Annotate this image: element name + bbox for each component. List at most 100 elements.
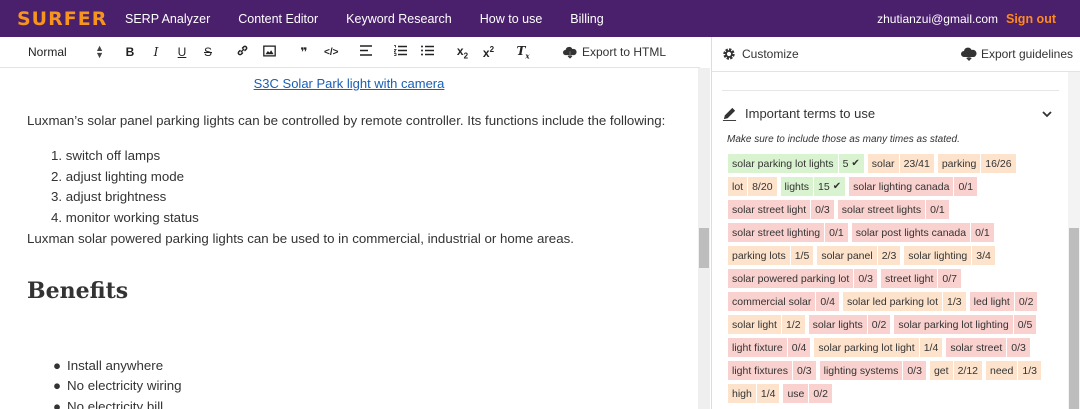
term-chip[interactable]: solar lighting canada 0/1 [849,177,978,196]
term-chip[interactable]: solar street lighting 0/1 [728,223,848,242]
term-label: solar post lights canada [851,223,971,242]
term-chip[interactable]: solar street light 0/3 [728,200,834,219]
strikethrough-button[interactable]: S [202,45,214,59]
term-label: solar led parking lot [842,292,943,311]
term-chip[interactable]: solar post lights canada 0/1 [851,223,994,242]
term-label: parking lots [728,246,790,265]
link-icon[interactable] [236,44,249,60]
term-count: 8/20 [748,177,777,196]
term-chip[interactable]: solar led parking lot 1/3 [842,292,966,311]
ordered-list-icon[interactable] [393,45,408,59]
term-label: solar lighting canada [849,177,954,196]
term-label: street light [880,269,938,288]
check-icon: ✔ [851,158,860,169]
article-link[interactable]: S3C Solar Park light with camera [0,76,698,91]
term-chip[interactable]: light fixture 0/4 [728,338,811,357]
term-chip[interactable]: lights 15 ✔ [780,177,846,196]
export-html-label: Export to HTML [581,45,666,59]
term-chip[interactable]: led light 0/2 [969,292,1038,311]
term-label: lot [728,177,748,196]
term-label: commercial solar [728,292,816,311]
term-chip[interactable]: solar lighting 3/4 [904,246,995,265]
term-chip[interactable]: solar 23/41 [867,154,934,173]
term-chip[interactable]: high 1/4 [728,384,780,403]
term-chip[interactable]: parking 16/26 [937,154,1016,173]
underline-button[interactable]: U [176,45,188,59]
terms-divider [722,90,1059,91]
customize-button[interactable]: Customize [722,47,799,61]
export-html-button[interactable]: Export to HTML [562,45,666,59]
term-count: 1/4 [919,338,943,357]
term-chip[interactable]: lighting systems 0/3 [819,361,926,380]
term-chip[interactable]: solar street 0/3 [946,338,1030,357]
term-chip[interactable]: use 0/2 [783,384,833,403]
paragraph-intro: Luxman’s solar panel parking lights can … [27,113,666,128]
pencil-icon [722,107,737,121]
term-chip[interactable]: solar powered parking lot 0/3 [728,269,877,288]
term-count: 15 ✔ [814,177,846,196]
term-count: 5 ✔ [838,154,864,173]
superscript-icon[interactable]: x2 [482,45,494,60]
term-count: 0/5 [1013,315,1037,334]
term-label: light fixtures [728,361,793,380]
term-chip[interactable]: street light 0/7 [880,269,961,288]
code-icon[interactable]: </> [324,47,338,58]
bullet-list: ● Install anywhere ● No electricity wiring… [53,358,182,409]
nav-keyword-research[interactable]: Keyword Research [346,12,452,26]
terms-section-header[interactable]: Important terms to use [722,106,875,121]
align-icon[interactable] [360,45,373,59]
nav-how-to-use[interactable]: How to use [480,12,543,26]
term-chip[interactable]: solar light 1/2 [728,315,805,334]
user-email: zhutianzui@gmail.com [877,11,998,26]
term-chip[interactable]: solar street lights 0/1 [837,200,949,219]
term-label: lights [780,177,814,196]
list-item: ● No electricity bill [53,399,182,409]
sign-out-link[interactable]: Sign out [1006,12,1056,26]
quote-icon[interactable]: ❞ [298,45,310,59]
term-chip[interactable]: solar parking lot light 1/4 [814,338,943,357]
gear-icon [723,48,735,60]
italic-button[interactable]: I [150,45,162,59]
term-label: solar lighting [904,246,972,265]
editor-scrollbar-thumb[interactable] [699,228,709,268]
sidebar-header: Customize Export guidelines [712,37,1080,72]
term-chip[interactable]: need 1/3 [986,361,1041,380]
term-chip[interactable]: parking lots 1/5 [728,246,814,265]
term-chip[interactable]: solar lights 0/2 [808,315,891,334]
export-guidelines-label: Export guidelines [980,47,1073,61]
term-chip[interactable]: light fixtures 0/3 [728,361,816,380]
term-count: 16/26 [981,154,1016,173]
term-count: 2/12 [953,361,982,380]
subscript-icon[interactable]: x2 [456,44,468,60]
bold-button[interactable]: B [124,45,136,59]
export-guidelines-button[interactable]: Export guidelines [960,47,1073,61]
term-label: solar street [946,338,1007,357]
clear-format-icon[interactable]: Tx [516,44,529,60]
term-chip[interactable]: solar parking lot lighting 0/5 [894,315,1037,334]
term-count: 0/1 [825,223,848,242]
chevron-down-icon[interactable] [1042,107,1052,121]
list-item: 2. adjust lighting mode [51,168,185,184]
logo[interactable]: SURFER [17,8,125,30]
sidebar-scrollbar-thumb[interactable] [1069,228,1079,409]
term-label: solar powered parking lot [728,269,854,288]
check-icon: ✔ [832,181,842,192]
term-chip[interactable]: solar parking lot lights 5 ✔ [728,154,864,173]
term-chip[interactable]: get 2/12 [929,361,982,380]
term-label: solar panel [817,246,877,265]
term-count: 0/4 [816,292,839,311]
editor-content[interactable]: S3C Solar Park light with camera Luxman’… [0,68,698,409]
bullet-list-icon[interactable] [421,45,435,59]
nav-billing[interactable]: Billing [570,12,603,26]
image-icon[interactable] [263,44,276,60]
term-chip[interactable]: solar panel 2/3 [817,246,901,265]
term-chip[interactable]: lot 8/20 [728,177,777,196]
text-style-select[interactable]: Normal ▲ ▼ [28,44,104,60]
bullet-icon: ● [53,378,62,394]
nav-serp-analyzer[interactable]: SERP Analyzer [125,12,210,26]
list-item: ● Install anywhere [53,358,164,373]
bullet-icon: ● [53,398,62,409]
nav-content-editor[interactable]: Content Editor [238,12,318,26]
term-chip[interactable]: commercial solar 0/4 [728,292,839,311]
guidelines-sidebar: Customize Export guidelines Important te… [711,37,1080,409]
